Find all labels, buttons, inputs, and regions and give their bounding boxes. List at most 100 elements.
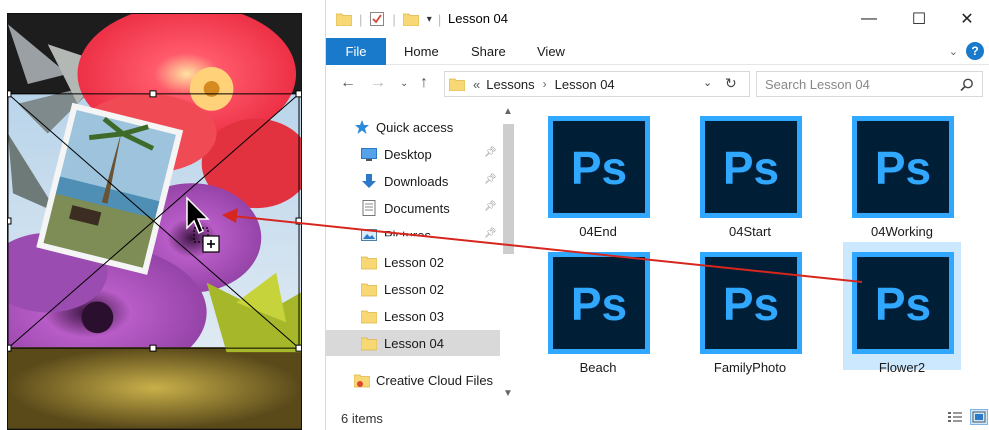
file-name: FamilyPhoto xyxy=(713,360,787,375)
new-folder-icon[interactable] xyxy=(402,12,419,26)
search-input[interactable]: Search Lesson 04 xyxy=(756,71,983,97)
breadcrumb-overflow[interactable]: « xyxy=(473,77,480,92)
file-name: 04End xyxy=(579,224,617,239)
breadcrumb-lesson-04[interactable]: Lesson 04 xyxy=(555,77,615,92)
photoshop-file-icon: Ps xyxy=(852,116,954,218)
file-item-04working[interactable]: Ps 04Working xyxy=(843,106,961,239)
folder-icon xyxy=(449,78,465,91)
forward-arrow-icon[interactable]: → xyxy=(370,74,386,92)
folder-icon xyxy=(361,337,377,351)
file-name: 04Start xyxy=(729,224,771,239)
search-icon[interactable] xyxy=(960,78,974,92)
file-item-flower2[interactable]: Ps Flower2 xyxy=(843,242,961,375)
sidebar-item-label: Lesson 02 xyxy=(384,255,444,270)
help-icon[interactable]: ? xyxy=(966,42,984,60)
properties-icon[interactable] xyxy=(369,11,385,27)
tab-view[interactable]: View xyxy=(537,44,565,59)
large-icons-view-icon xyxy=(972,411,986,423)
sidebar-item-label: Lesson 04 xyxy=(384,336,444,351)
photoshop-file-icon: Ps xyxy=(700,252,802,354)
sidebar-item-lesson-02[interactable]: Lesson 02 xyxy=(326,276,500,302)
recent-locations-chevron-icon[interactable]: ⌄ xyxy=(400,78,408,89)
file-item-beach[interactable]: Ps Beach xyxy=(539,242,657,375)
sidebar-item-label: Quick access xyxy=(376,120,454,135)
details-view-button[interactable] xyxy=(946,409,964,425)
back-arrow-icon[interactable]: ← xyxy=(340,74,356,92)
file-name: 04Working xyxy=(871,224,933,239)
folder-icon xyxy=(361,256,377,270)
navigation-pane-scrollbar[interactable]: ▲ ▼ xyxy=(500,102,517,404)
breadcrumb-separator-icon[interactable]: › xyxy=(543,77,547,91)
ps-icon-text: Ps xyxy=(571,278,627,330)
quick-access-toolbar: | | ▾ | xyxy=(336,9,441,29)
sidebar-item-pictures[interactable]: Pictures 📌︎ xyxy=(326,222,500,248)
photoshop-file-icon: Ps xyxy=(548,116,650,218)
breadcrumb-lessons[interactable]: Lessons xyxy=(486,77,534,92)
sidebar-item-quick-access[interactable]: Quick access xyxy=(326,114,500,140)
window-title: Lesson 04 xyxy=(448,11,508,26)
photoshop-file-icon: Ps xyxy=(548,252,650,354)
folder-icon xyxy=(336,13,352,26)
sidebar-item-label: Pictures xyxy=(384,228,431,243)
collage-artwork xyxy=(8,14,301,429)
scroll-up-arrow-icon[interactable]: ▲ xyxy=(503,106,513,117)
maximize-button[interactable]: ☐ xyxy=(896,0,942,38)
photoshop-file-icon: Ps xyxy=(700,116,802,218)
customize-toolbar-dropdown-icon[interactable]: ▾ xyxy=(427,14,432,25)
sidebar-item-label: Desktop xyxy=(384,147,432,162)
sidebar-item-lesson-04[interactable]: Lesson 04 xyxy=(326,330,500,356)
ribbon-right-controls: ⌄ ? xyxy=(949,42,984,60)
file-explorer-window: | | ▾ | Lesson 04 — ☐ ✕ File Home Share … xyxy=(325,0,989,430)
folder-icon xyxy=(361,283,377,297)
scroll-down-arrow-icon[interactable]: ▼ xyxy=(503,388,513,399)
file-item-familyphoto[interactable]: Ps FamilyPhoto xyxy=(691,242,809,375)
file-item-04start[interactable]: Ps 04Start xyxy=(691,106,809,239)
sidebar-item-lesson-02[interactable]: Lesson 02 xyxy=(326,249,500,275)
pin-icon[interactable]: 📌︎ xyxy=(484,147,497,158)
file-name: Flower2 xyxy=(878,360,926,375)
pictures-icon xyxy=(361,229,377,241)
toolbar-separator: | xyxy=(437,11,442,27)
tab-home[interactable]: Home xyxy=(404,44,439,59)
photoshop-canvas[interactable] xyxy=(7,13,302,430)
large-icons-view-button[interactable] xyxy=(970,409,988,425)
expand-ribbon-chevron-icon[interactable]: ⌄ xyxy=(949,45,958,58)
photoshop-file-icon: Ps xyxy=(852,252,954,354)
address-bar[interactable]: « Lessons › Lesson 04 ⌄ ↻ xyxy=(444,71,750,97)
file-item-04end[interactable]: Ps 04End xyxy=(539,106,657,239)
address-dropdown-chevron-icon[interactable]: ⌄ xyxy=(703,76,712,89)
download-arrow-icon xyxy=(362,174,376,188)
ps-icon-text: Ps xyxy=(875,278,931,330)
toolbar-separator: | xyxy=(392,11,396,27)
ps-icon-text: Ps xyxy=(723,278,779,330)
file-list-area[interactable]: Ps 04End Ps 04Start Ps 04Working Ps Beac… xyxy=(518,102,989,404)
tab-file[interactable]: File xyxy=(326,38,386,65)
pin-icon[interactable]: 📌︎ xyxy=(484,174,497,185)
ps-icon-text: Ps xyxy=(875,142,931,194)
tab-share[interactable]: Share xyxy=(471,44,506,59)
close-button[interactable]: ✕ xyxy=(944,0,989,38)
sidebar-item-downloads[interactable]: Downloads 📌︎ xyxy=(326,168,500,194)
desktop-icon xyxy=(361,148,377,161)
sidebar-item-creative-cloud-files[interactable]: Creative Cloud Files xyxy=(326,367,500,393)
pin-icon[interactable]: 📌︎ xyxy=(484,228,497,239)
scrollbar-thumb[interactable] xyxy=(503,124,514,254)
item-count: 6 items xyxy=(341,411,383,426)
sidebar-item-label: Downloads xyxy=(384,174,449,189)
document-icon xyxy=(362,200,376,216)
title-bar[interactable]: | | ▾ | Lesson 04 — ☐ ✕ xyxy=(326,0,989,38)
ps-icon-text: Ps xyxy=(571,142,627,194)
up-arrow-icon[interactable]: ↑ xyxy=(420,74,428,92)
navigation-bar: ← → ⌄ ↑ « Lessons › Lesson 04 ⌄ ↻ Search… xyxy=(326,66,989,102)
minimize-button[interactable]: — xyxy=(846,0,892,38)
sidebar-item-lesson-03[interactable]: Lesson 03 xyxy=(326,303,500,329)
sidebar-item-documents[interactable]: Documents 📌︎ xyxy=(326,195,500,221)
sidebar-item-label: Lesson 03 xyxy=(384,309,444,324)
pin-icon[interactable]: 📌︎ xyxy=(484,201,497,212)
sidebar-item-desktop[interactable]: Desktop 📌︎ xyxy=(326,141,500,167)
toolbar-separator: | xyxy=(359,11,363,27)
sidebar-item-label: Documents xyxy=(384,201,450,216)
file-name: Beach xyxy=(579,360,617,375)
details-view-icon xyxy=(948,412,962,422)
refresh-icon[interactable]: ↻ xyxy=(725,75,737,92)
